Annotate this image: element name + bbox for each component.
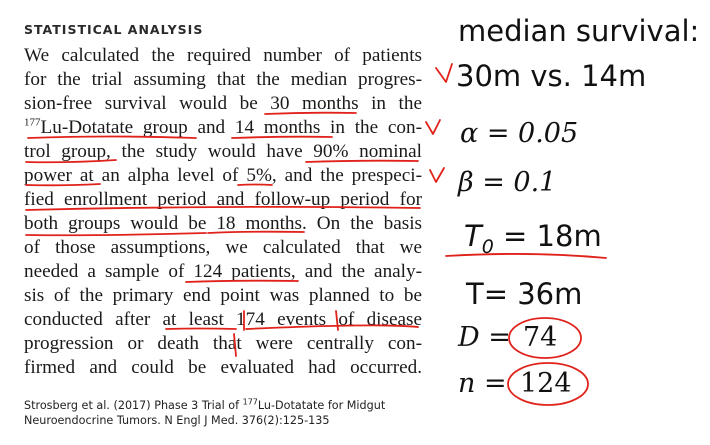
underline-t0 bbox=[445, 253, 607, 259]
check-mark-2 bbox=[425, 119, 441, 135]
cursor-mark bbox=[233, 333, 237, 357]
check-mark-3 bbox=[429, 167, 445, 183]
underline-control-group bbox=[25, 159, 117, 164]
underline-at-least bbox=[165, 327, 237, 330]
underline-power-at bbox=[25, 183, 101, 187]
underline-30-months bbox=[264, 111, 357, 115]
underline-5-percent bbox=[237, 183, 273, 186]
underline-18-months bbox=[207, 230, 305, 234]
underline-both-groups bbox=[25, 232, 207, 237]
bracket-right-74 bbox=[335, 310, 339, 331]
underline-14-months bbox=[231, 135, 333, 139]
underline-90-nominal bbox=[305, 159, 419, 163]
circle-74 bbox=[508, 317, 582, 359]
underline-events bbox=[245, 324, 419, 330]
underline-enrollment-followup bbox=[25, 205, 421, 211]
underline-lutetium-group bbox=[27, 135, 197, 139]
underline-124-patients bbox=[185, 279, 299, 283]
circle-124 bbox=[507, 362, 589, 406]
red-ink-annotations bbox=[25, 63, 607, 406]
check-mark-1 bbox=[435, 63, 453, 83]
